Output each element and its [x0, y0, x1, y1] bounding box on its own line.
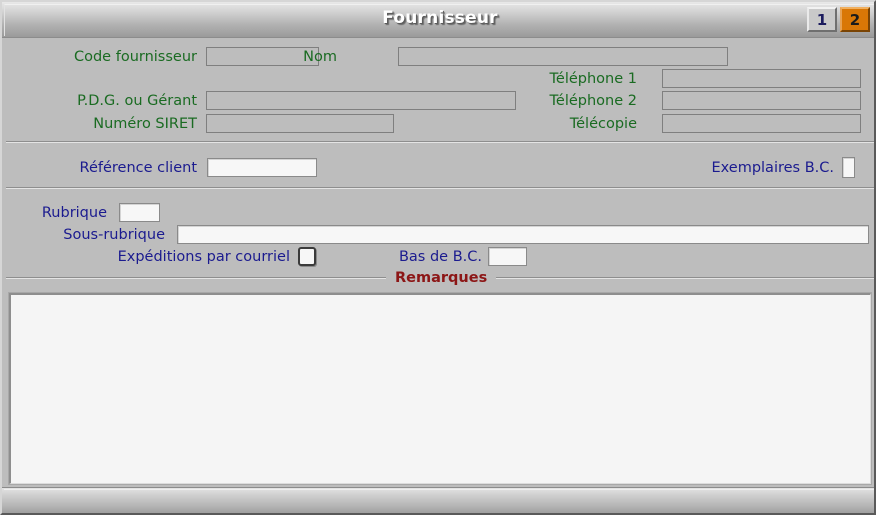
- input-reference-client[interactable]: [207, 158, 317, 177]
- label-expeditions-par-courriel: Expéditions par courriel: [117, 249, 290, 265]
- page-title: Fournisseur: [382, 8, 498, 28]
- statusbar-bevel: [4, 489, 874, 513]
- tab-page-1[interactable]: 1: [807, 7, 837, 32]
- label-exemplaires-bc: Exemplaires B.C.: [711, 160, 834, 176]
- titlebar: Fournisseur 1 2: [2, 2, 874, 38]
- checkbox-expeditions-par-courriel[interactable]: [298, 247, 316, 266]
- label-telecopie: Télécopie: [569, 116, 637, 132]
- label-rubrique: Rubrique: [41, 205, 107, 221]
- input-numero-siret[interactable]: [206, 114, 394, 133]
- legend-label-remarques: Remarques: [395, 270, 488, 286]
- divider-identity: [6, 141, 874, 143]
- input-telecopie[interactable]: [662, 114, 861, 133]
- input-telephone-1[interactable]: [662, 69, 861, 88]
- statusbar: [2, 487, 874, 513]
- label-sous-rubrique: Sous-rubrique: [63, 227, 165, 243]
- remarks-legend: Remarques: [6, 269, 874, 287]
- input-exemplaires-bc[interactable]: [842, 157, 855, 178]
- fournisseur-window: Fournisseur 1 2 Code fournisseur Nom Tél…: [0, 0, 876, 515]
- input-telephone-2[interactable]: [662, 91, 861, 110]
- label-telephone-1: Téléphone 1: [549, 71, 637, 87]
- label-nom: Nom: [303, 49, 337, 65]
- input-bas-de-bc[interactable]: [488, 247, 527, 266]
- label-code-fournisseur: Code fournisseur: [73, 49, 197, 65]
- input-nom[interactable]: [398, 47, 728, 66]
- legend-rule-right: [496, 277, 874, 279]
- input-rubrique[interactable]: [119, 203, 160, 222]
- label-pdg-ou-gerant: P.D.G. ou Gérant: [77, 93, 197, 109]
- legend-rule-left: [6, 277, 386, 279]
- label-numero-siret: Numéro SIRET: [93, 116, 197, 132]
- page-tabs: 1 2: [807, 7, 870, 32]
- label-reference-client: Référence client: [79, 160, 197, 176]
- divider-client: [6, 187, 874, 189]
- tab-page-2[interactable]: 2: [840, 7, 870, 32]
- label-telephone-2: Téléphone 2: [549, 93, 637, 109]
- textarea-remarques[interactable]: [8, 292, 872, 485]
- label-bas-de-bc: Bas de B.C.: [398, 249, 482, 265]
- input-sous-rubrique[interactable]: [177, 225, 869, 244]
